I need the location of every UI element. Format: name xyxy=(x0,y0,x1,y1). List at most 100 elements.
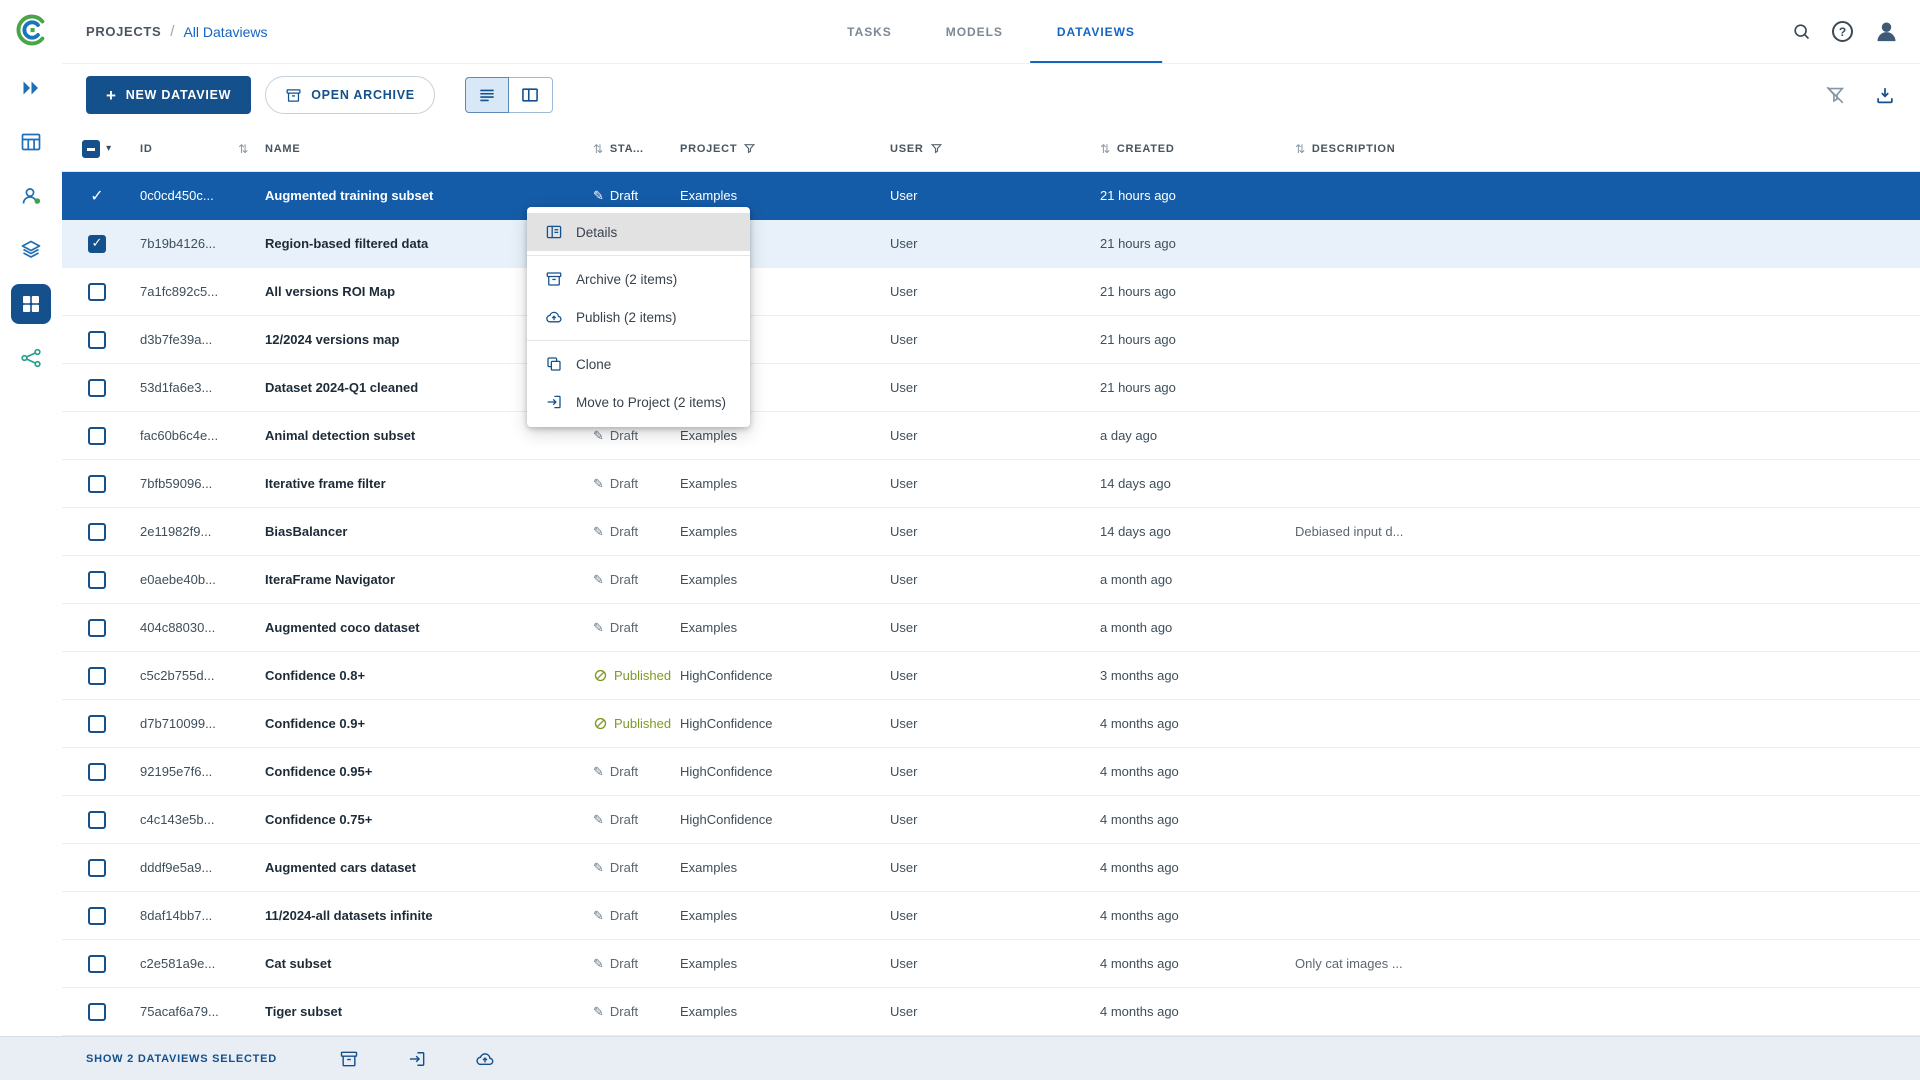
table-row[interactable]: 7b19b4126...Region-based filtered dataUs… xyxy=(62,220,1920,268)
row-checkbox[interactable] xyxy=(88,907,106,925)
table-row[interactable]: e0aebe40b...IteraFrame Navigator✎DraftEx… xyxy=(62,556,1920,604)
column-header-project[interactable]: PROJECT xyxy=(672,142,882,155)
row-checkbox[interactable] xyxy=(88,811,106,829)
row-checkbox[interactable] xyxy=(88,427,106,445)
row-checkbox[interactable] xyxy=(88,619,106,637)
cell-project: HighConfidence xyxy=(672,716,882,731)
row-checkbox[interactable] xyxy=(88,475,106,493)
filter-icon[interactable] xyxy=(930,142,943,155)
chevron-down-icon[interactable]: ▾ xyxy=(106,143,112,154)
sort-icon[interactable]: ⇅ xyxy=(593,142,604,156)
table-row[interactable]: 2e11982f9...BiasBalancer✎DraftExamplesUs… xyxy=(62,508,1920,556)
table-row[interactable]: d7b710099...Confidence 0.9+PublishedHigh… xyxy=(62,700,1920,748)
footer-publish-icon[interactable] xyxy=(475,1049,495,1069)
table-row[interactable]: 92195e7f6...Confidence 0.95+✎DraftHighCo… xyxy=(62,748,1920,796)
menu-item-publish-2-items[interactable]: Publish (2 items) xyxy=(527,298,750,336)
cell-status: Published xyxy=(587,716,672,731)
cell-name: Confidence 0.75+ xyxy=(257,812,587,827)
footer-archive-icon[interactable] xyxy=(339,1049,359,1069)
row-checkbox-checked[interactable]: ✓ xyxy=(90,186,103,206)
table-row[interactable]: ✓0c0cd450c...Augmented training subset✎D… xyxy=(62,172,1920,220)
clear-filters-icon[interactable] xyxy=(1824,84,1846,106)
sort-icon[interactable]: ⇅ xyxy=(1295,142,1306,156)
selection-count-label[interactable]: SHOW 2 DATAVIEWS SELECTED xyxy=(86,1053,277,1065)
search-icon[interactable] xyxy=(1791,21,1812,42)
tab-models-label: MODELS xyxy=(946,25,1003,39)
cell-select xyxy=(62,619,132,637)
cell-project: Examples xyxy=(672,524,882,539)
footer-move-icon[interactable] xyxy=(407,1049,427,1069)
row-checkbox[interactable] xyxy=(88,1003,106,1021)
layers-icon xyxy=(19,238,43,262)
menu-item-clone[interactable]: Clone xyxy=(527,345,750,383)
sidebar-item-pipelines[interactable] xyxy=(11,338,51,378)
sidebar-nav xyxy=(11,68,51,378)
filter-icon[interactable] xyxy=(743,142,756,155)
table-row[interactable]: d3b7fe39a...12/2024 versions mapUser21 h… xyxy=(62,316,1920,364)
table-row[interactable]: 53d1fa6e3...Dataset 2024-Q1 cleanedUser2… xyxy=(62,364,1920,412)
cell-project: Examples xyxy=(672,476,882,491)
menu-item-move-to-project-2-items[interactable]: Move to Project (2 items) xyxy=(527,383,750,421)
cell-description: Debiased input d... xyxy=(1287,524,1920,539)
cell-project: Examples xyxy=(672,572,882,587)
row-checkbox[interactable] xyxy=(88,859,106,877)
row-checkbox[interactable] xyxy=(88,763,106,781)
table-row[interactable]: c2e581a9e...Cat subset✎DraftExamplesUser… xyxy=(62,940,1920,988)
menu-item-details[interactable]: Details xyxy=(527,213,750,251)
column-header-user[interactable]: USER xyxy=(882,142,1092,155)
sidebar-item-annotations[interactable] xyxy=(11,176,51,216)
table-row[interactable]: fac60b6c4e...Animal detection subset✎Dra… xyxy=(62,412,1920,460)
cell-select xyxy=(62,667,132,685)
row-checkbox[interactable] xyxy=(88,571,106,589)
table-row[interactable]: 75acaf6a79...Tiger subset✎DraftExamplesU… xyxy=(62,988,1920,1036)
table-row[interactable]: dddf9e5a9...Augmented cars dataset✎Draft… xyxy=(62,844,1920,892)
list-view-button[interactable] xyxy=(465,77,509,113)
row-checkbox[interactable] xyxy=(88,379,106,397)
menu-item-archive-2-items[interactable]: Archive (2 items) xyxy=(527,260,750,298)
draft-pencil-icon: ✎ xyxy=(593,476,604,492)
row-checkbox[interactable] xyxy=(88,955,106,973)
row-checkbox[interactable] xyxy=(88,523,106,541)
column-header-description[interactable]: ⇅ DESCRIPTION xyxy=(1287,142,1920,156)
breadcrumb-projects[interactable]: PROJECTS xyxy=(86,24,161,39)
row-checkbox[interactable] xyxy=(88,715,106,733)
tab-dataviews[interactable]: DATAVIEWS xyxy=(1030,0,1162,63)
column-header-id[interactable]: ID ⇅ xyxy=(132,142,257,156)
sidebar-item-datasets[interactable] xyxy=(11,122,51,162)
table-row[interactable]: 404c88030...Augmented coco dataset✎Draft… xyxy=(62,604,1920,652)
column-user-label: USER xyxy=(890,143,924,155)
table-row[interactable]: 7bfb59096...Iterative frame filter✎Draft… xyxy=(62,460,1920,508)
column-header-name[interactable]: NAME xyxy=(257,143,587,155)
cell-status: ✎Draft xyxy=(587,908,672,924)
sort-icon[interactable]: ⇅ xyxy=(1100,142,1111,156)
table-row[interactable]: 7a1fc892c5...All versions ROI MapUser21 … xyxy=(62,268,1920,316)
row-checkbox-checked[interactable] xyxy=(88,235,106,253)
sidebar-item-dataviews[interactable] xyxy=(11,284,51,324)
status-badge: Draft xyxy=(610,572,638,587)
row-checkbox[interactable] xyxy=(88,283,106,301)
split-view-button[interactable] xyxy=(509,77,553,113)
cell-select xyxy=(62,235,132,253)
column-header-status[interactable]: ⇅ STATUS xyxy=(587,142,672,156)
user-avatar-icon[interactable] xyxy=(1873,18,1900,45)
new-dataview-button[interactable]: + NEW DATAVIEW xyxy=(86,76,251,114)
select-all-checkbox[interactable] xyxy=(82,140,100,158)
tab-models[interactable]: MODELS xyxy=(919,0,1030,63)
table-row[interactable]: c4c143e5b...Confidence 0.75+✎DraftHighCo… xyxy=(62,796,1920,844)
table-row[interactable]: c5c2b755d...Confidence 0.8+PublishedHigh… xyxy=(62,652,1920,700)
help-icon[interactable]: ? xyxy=(1832,21,1853,42)
open-archive-button[interactable]: OPEN ARCHIVE xyxy=(265,76,435,114)
column-status-label: STATUS xyxy=(610,143,646,155)
sidebar-item-getting-started[interactable] xyxy=(11,68,51,108)
row-checkbox[interactable] xyxy=(88,331,106,349)
sidebar-item-experiments[interactable] xyxy=(11,230,51,270)
sort-icon[interactable]: ⇅ xyxy=(238,142,249,156)
download-icon[interactable] xyxy=(1874,84,1896,106)
table-row[interactable]: 8daf14bb7...11/2024-all datasets infinit… xyxy=(62,892,1920,940)
cell-created: 21 hours ago xyxy=(1092,332,1287,347)
app-logo-icon[interactable] xyxy=(13,12,49,48)
row-checkbox[interactable] xyxy=(88,667,106,685)
column-header-created[interactable]: ⇅ CREATED xyxy=(1092,142,1287,156)
breadcrumb-current[interactable]: All Dataviews xyxy=(183,24,267,40)
tab-tasks[interactable]: TASKS xyxy=(820,0,919,63)
